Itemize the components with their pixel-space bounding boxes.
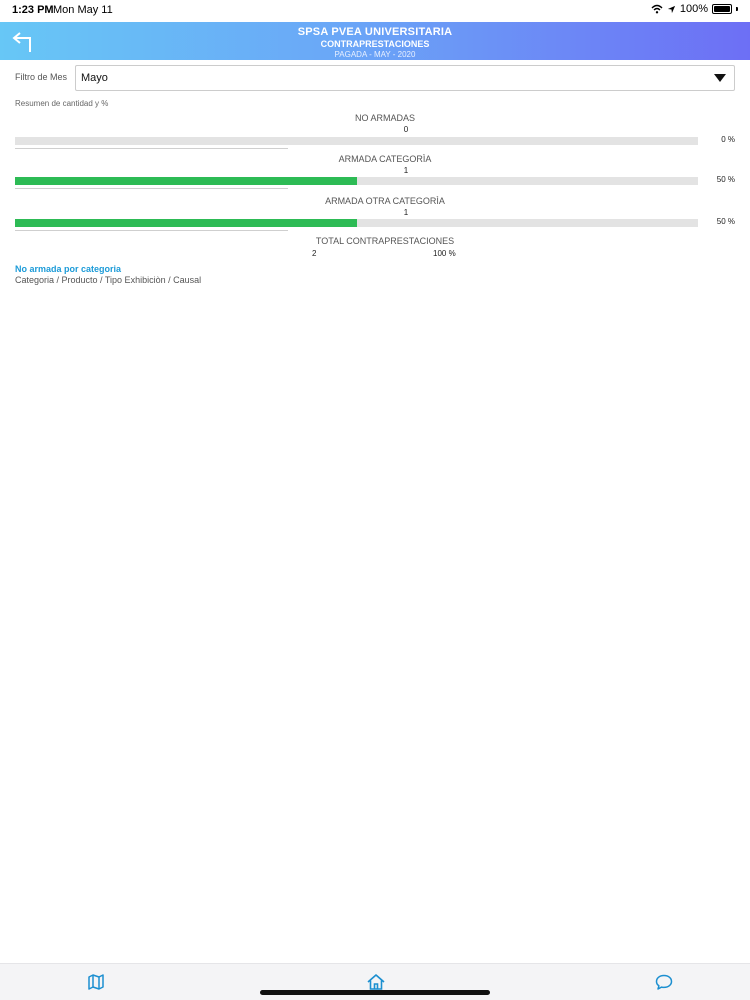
no-armada-por-categoria-link[interactable]: No armada por categoria	[15, 264, 121, 274]
month-filter-value: Mayo	[81, 72, 108, 84]
status-time: 1:23 PM	[12, 4, 54, 16]
separator	[15, 230, 288, 231]
total-count: 2	[312, 249, 317, 258]
map-icon[interactable]	[86, 972, 106, 992]
metric-count-no-armadas: 0	[403, 125, 409, 134]
wifi-icon	[651, 4, 663, 14]
metric-count-armada-categoria: 1	[403, 166, 409, 175]
progress-bar-armada-otra-categoria	[15, 219, 698, 227]
month-filter-label: Filtro de Mes	[15, 72, 68, 82]
header-period: PAGADA - MAY - 2020	[334, 50, 416, 59]
metric-percent-armada-categoria: 50 %	[716, 175, 735, 184]
header-subtitle: CONTRAPRESTACIONES	[320, 39, 430, 49]
metric-label-armada-otra-categoria: ARMADA OTRA CATEGORÌA	[325, 196, 445, 206]
month-filter-select[interactable]: Mayo	[75, 65, 735, 91]
battery-percent: 100%	[679, 3, 708, 15]
progress-fill-armada-otra-categoria	[15, 219, 357, 227]
home-icon[interactable]	[366, 972, 386, 992]
progress-fill-armada-categoria	[15, 177, 357, 185]
progress-bar-no-armadas	[15, 137, 698, 145]
app-header: SPSA PVEA UNIVERSITARIA CONTRAPRESTACION…	[0, 22, 750, 60]
month-filter-row: Filtro de Mes Mayo	[15, 65, 735, 91]
chat-icon[interactable]	[654, 972, 674, 992]
status-date: Mon May 11	[53, 4, 113, 16]
breadcrumb-path: Categoria / Producto / Tipo Exhibiciòn /…	[15, 275, 202, 285]
separator	[15, 148, 288, 149]
total-percent: 100 %	[433, 249, 456, 258]
caret-down-icon	[714, 74, 726, 82]
metric-count-armada-otra-categoria: 1	[403, 208, 409, 217]
separator	[15, 188, 288, 189]
battery-icon	[712, 4, 732, 14]
summary-title: Resumen de cantidad y %	[15, 99, 109, 108]
metric-label-no-armadas: NO ARMADAS	[354, 113, 415, 123]
metric-label-armada-categoria: ARMADA CATEGORÌA	[338, 154, 432, 164]
metric-percent-no-armadas: 0 %	[721, 135, 735, 144]
back-arrow-icon[interactable]	[10, 28, 36, 54]
header-title: SPSA PVEA UNIVERSITARIA	[297, 26, 453, 38]
metric-percent-armada-otra-categoria: 50 %	[716, 217, 735, 226]
home-indicator	[260, 990, 490, 995]
status-right: 100%	[651, 3, 738, 15]
location-icon	[667, 5, 675, 13]
battery-tip	[736, 7, 738, 11]
progress-bar-armada-categoria	[15, 177, 698, 185]
total-label: TOTAL CONTRAPRESTACIONES	[315, 236, 455, 246]
status-bar: 1:23 PM Mon May 11 100%	[0, 0, 750, 20]
